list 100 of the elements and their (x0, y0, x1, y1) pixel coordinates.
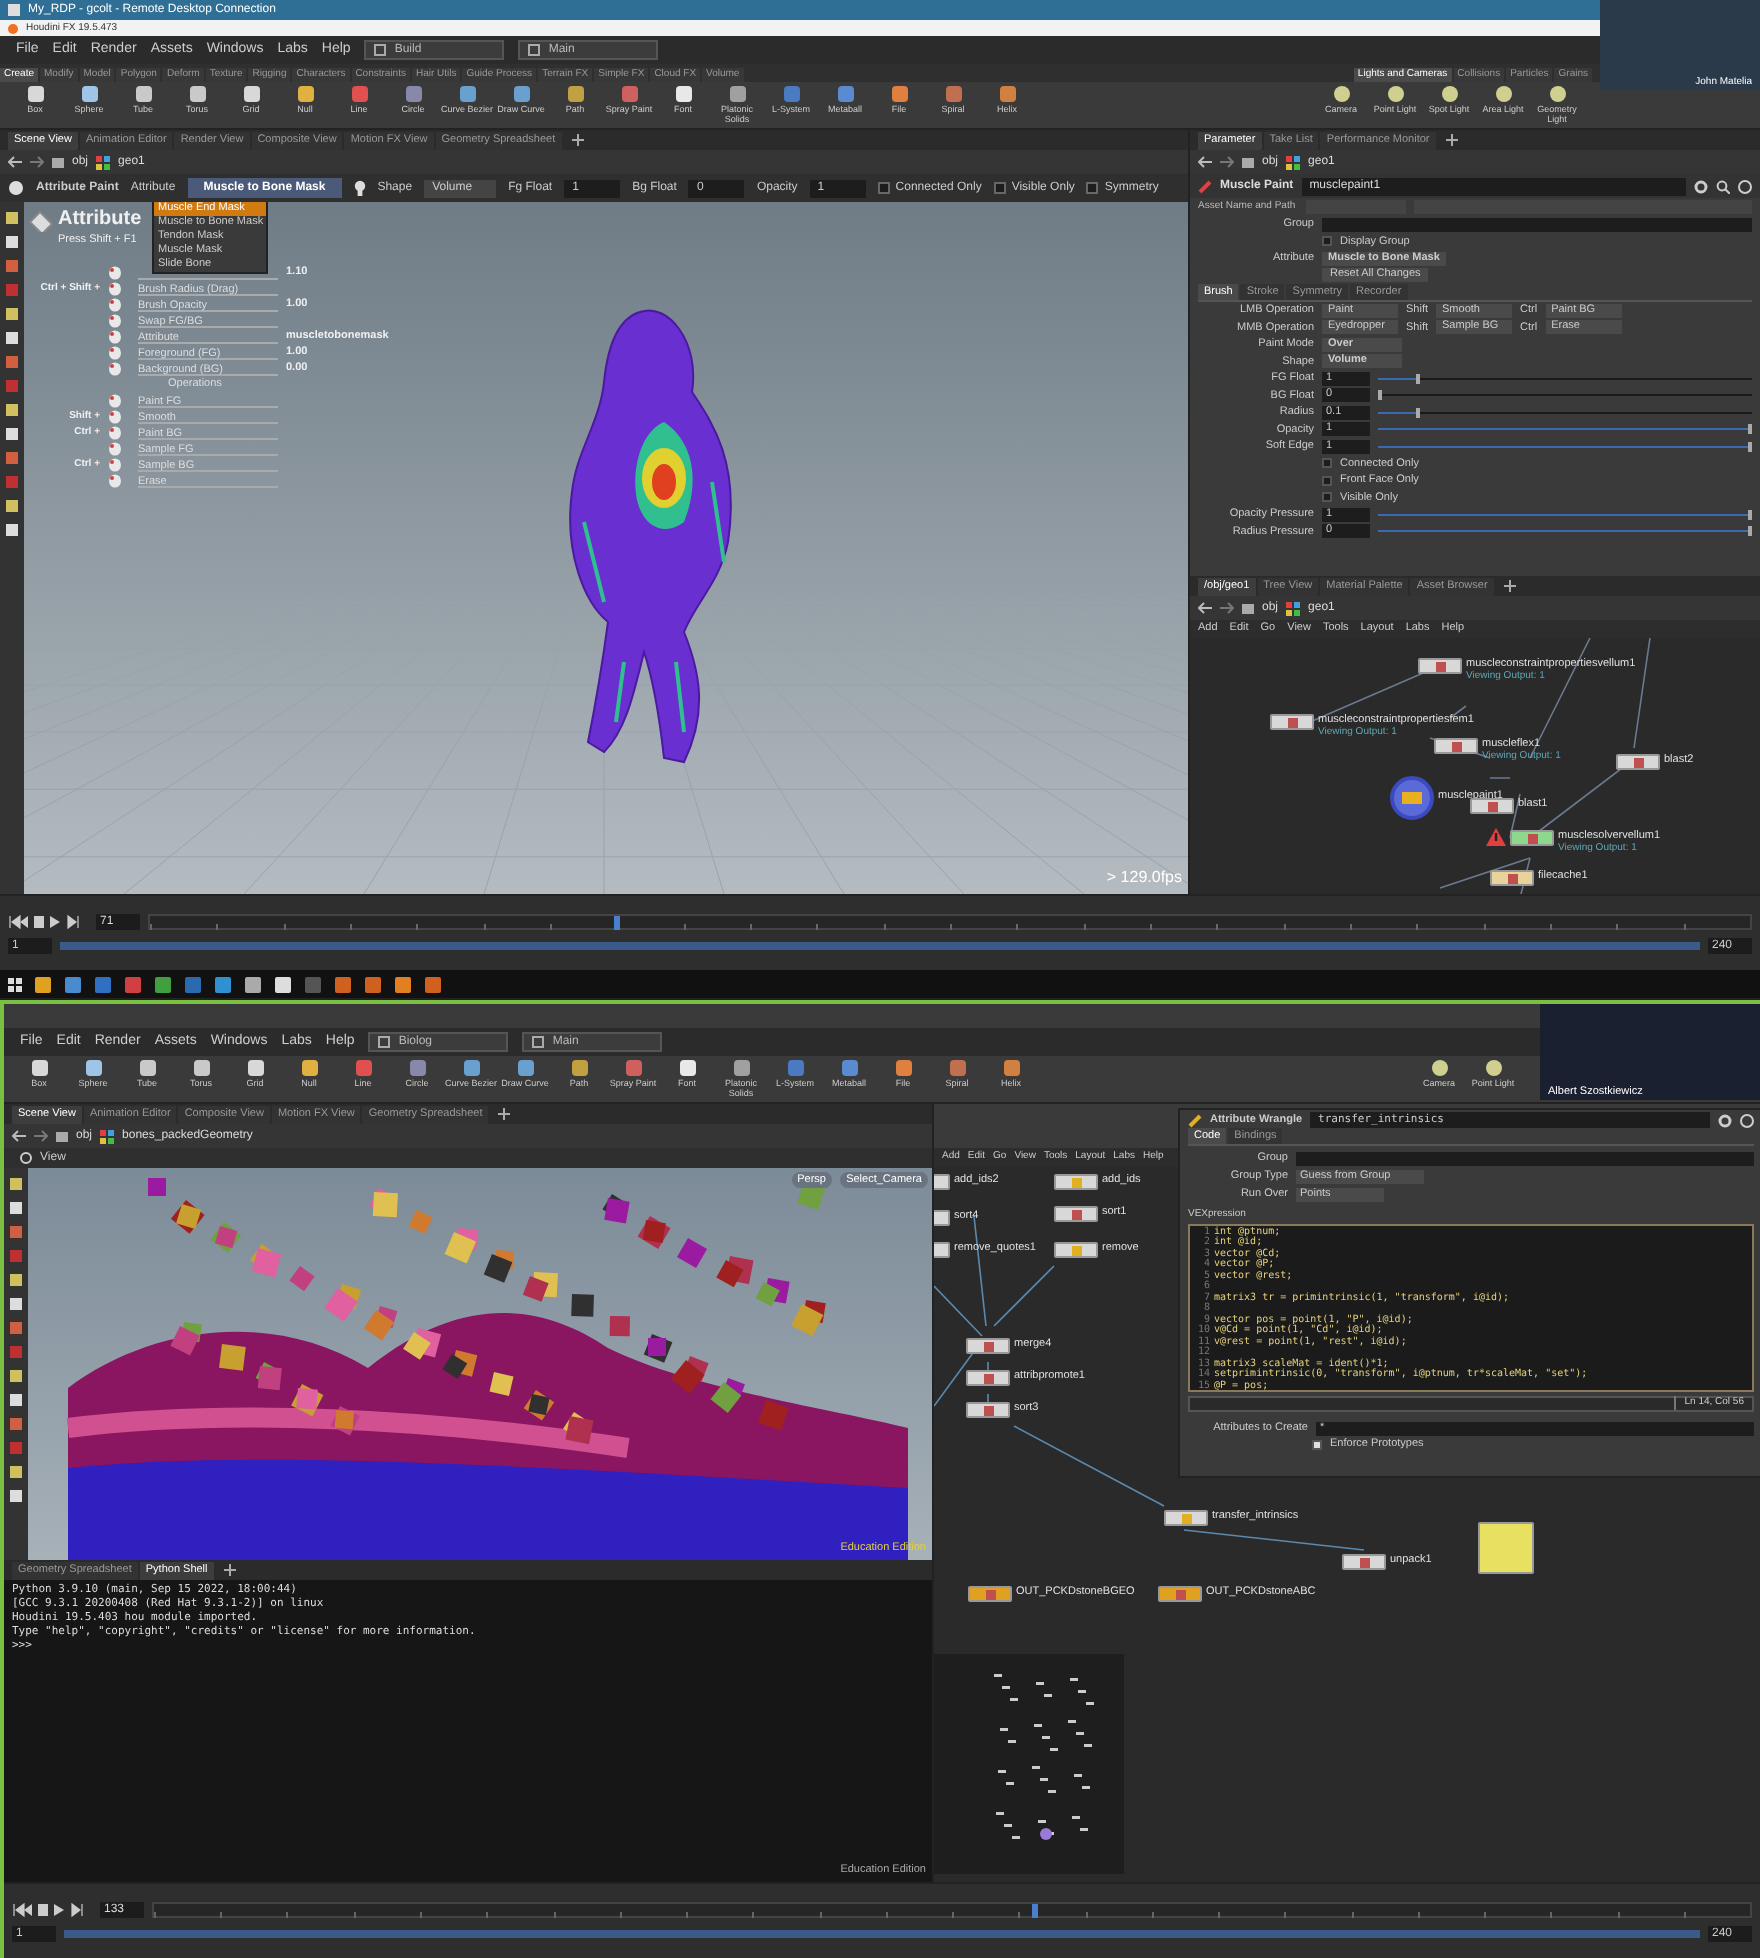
timeline-track[interactable] (152, 1901, 1752, 1917)
tool-icon (461, 1057, 481, 1077)
sticky-note[interactable] (1478, 1522, 1534, 1574)
add-tab-icon (223, 1564, 236, 1576)
node-icon (983, 1373, 993, 1383)
geometry-icon (1286, 601, 1301, 615)
node[interactable] (1054, 1174, 1098, 1190)
tool-icon (403, 83, 423, 103)
node[interactable] (966, 1402, 1010, 1418)
node[interactable] (966, 1338, 1010, 1354)
checkbox[interactable] (1086, 182, 1099, 194)
folder-icon (52, 156, 64, 168)
checkbox[interactable] (877, 182, 890, 194)
node-icon (1507, 873, 1517, 883)
tool-icon (947, 1057, 967, 1077)
timeline-marker[interactable] (1031, 1903, 1038, 1917)
node-icon (983, 1341, 993, 1351)
node-icon (1451, 741, 1461, 751)
light-icon (1429, 1057, 1449, 1077)
tool-icon (457, 83, 477, 103)
forward-arrow-icon (1220, 602, 1234, 614)
add-tab-icon (1503, 580, 1516, 592)
tool-icon (889, 83, 909, 103)
node-icon (1435, 661, 1445, 671)
node[interactable] (1490, 870, 1534, 886)
node-icon (1175, 1589, 1185, 1599)
group-field[interactable] (1322, 217, 1752, 232)
checkbox[interactable] (1322, 458, 1332, 469)
folder-icon (1242, 156, 1254, 168)
node-icon (1487, 801, 1497, 811)
back-arrow-icon (1198, 602, 1212, 614)
node[interactable] (968, 1586, 1012, 1602)
light-icon (1439, 83, 1459, 103)
node-icon (985, 1589, 995, 1599)
tool-icon (623, 1057, 643, 1077)
tool-icon (299, 1057, 319, 1077)
geometry-icon (96, 155, 111, 169)
checkbox[interactable] (1312, 1440, 1322, 1450)
add-tab-icon (571, 134, 584, 146)
forward-arrow-icon (30, 156, 44, 168)
range-bar[interactable] (64, 1929, 1700, 1937)
tool-icon (511, 83, 531, 103)
forward-arrow-icon (34, 1130, 48, 1142)
node[interactable] (1510, 830, 1554, 846)
node[interactable] (1418, 658, 1462, 674)
forward-arrow-icon (1220, 156, 1234, 168)
group-field[interactable] (1296, 1152, 1754, 1166)
fps-counter: > 129.0fps (1106, 866, 1182, 890)
tool-icon (353, 1057, 373, 1077)
folder-icon (56, 1130, 68, 1142)
checkbox[interactable] (1322, 492, 1332, 503)
tool-icon (25, 83, 45, 103)
tool-icon (1001, 1057, 1021, 1077)
desktop-icon (528, 44, 541, 56)
node-icon (1071, 1209, 1081, 1219)
back-arrow-icon (12, 1130, 26, 1142)
node[interactable] (1342, 1554, 1386, 1570)
node[interactable] (966, 1370, 1010, 1386)
node-icon (983, 1405, 993, 1415)
checkbox[interactable] (1322, 236, 1332, 247)
range-bar[interactable] (60, 941, 1700, 949)
checkbox[interactable] (993, 182, 1006, 194)
tool-icon (839, 1057, 859, 1077)
tool-icon (677, 1057, 697, 1077)
bulb-icon (353, 180, 366, 196)
tool-icon (191, 1057, 211, 1077)
code-editor[interactable] (1188, 1223, 1754, 1391)
node[interactable] (1054, 1206, 1098, 1222)
start-icon (8, 977, 22, 991)
light-icon (1331, 83, 1351, 103)
tool-icon (349, 83, 369, 103)
node[interactable] (1164, 1510, 1208, 1526)
node-icon (1071, 1245, 1081, 1255)
node[interactable] (1470, 798, 1514, 814)
light-icon (1483, 1057, 1503, 1077)
desktop-icon (532, 1036, 545, 1048)
add-tab-icon (1445, 134, 1458, 146)
node[interactable] (1158, 1586, 1202, 1602)
tool-icon (137, 1057, 157, 1077)
tool-icon (835, 83, 855, 103)
node[interactable] (1434, 738, 1478, 754)
tool-icon (673, 83, 693, 103)
gear-icon (1718, 1113, 1732, 1127)
node-icon (1287, 717, 1297, 727)
node-icon (1527, 833, 1537, 843)
checkbox[interactable] (1322, 475, 1332, 486)
node[interactable] (1270, 714, 1314, 730)
tool-icon (727, 83, 747, 103)
geometry-icon (100, 1129, 115, 1143)
node[interactable] (1054, 1242, 1098, 1258)
timeline-marker[interactable] (614, 915, 620, 929)
geometry-icon (1286, 155, 1301, 169)
tool-icon (565, 83, 585, 103)
back-arrow-icon (1198, 156, 1212, 168)
node[interactable] (1616, 754, 1660, 770)
timeline-track[interactable] (148, 913, 1752, 929)
hud-title: Attribute (58, 208, 142, 232)
tool-icon (569, 1057, 589, 1077)
add-tab-icon (498, 1108, 511, 1120)
tool-icon (29, 1057, 49, 1077)
